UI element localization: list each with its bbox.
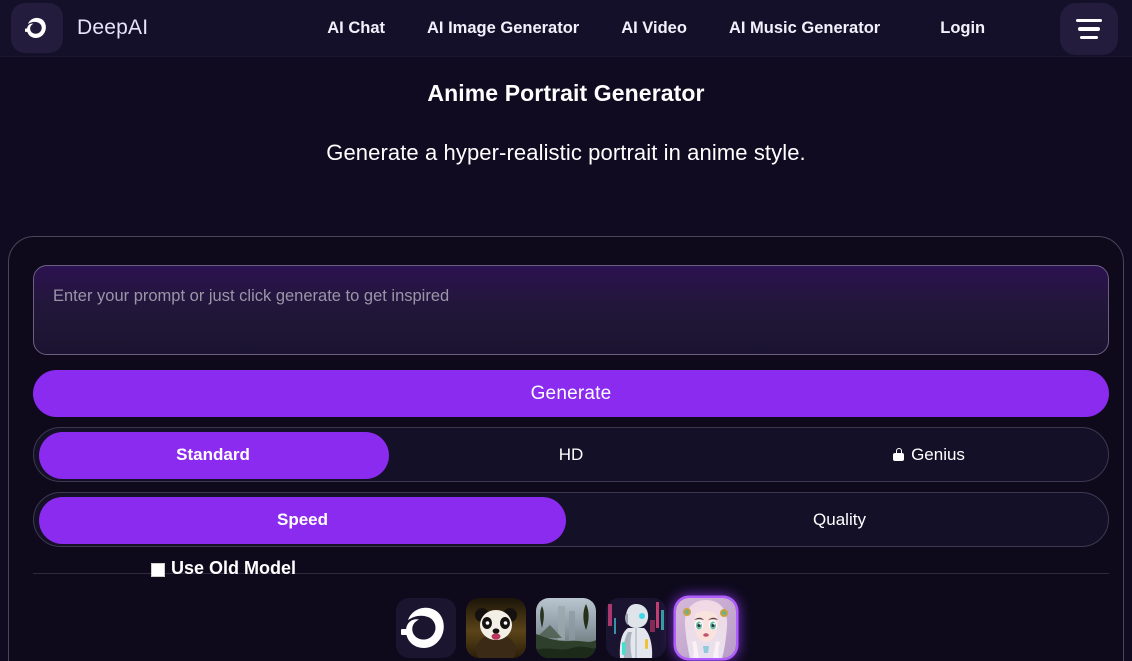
mode-option-quality-label: Quality xyxy=(813,509,866,529)
menu-line-3 xyxy=(1080,35,1098,40)
deepai-dolphin-logo-icon xyxy=(11,3,63,53)
anime-portrait-image xyxy=(676,598,736,658)
brand-logo-link[interactable]: DeepAI xyxy=(11,3,148,53)
mode-option-speed-label: Speed xyxy=(276,509,329,529)
hamburger-menu-icon[interactable] xyxy=(1060,3,1118,55)
mode-option-quality[interactable]: Quality xyxy=(571,493,1108,546)
quality-option-standard-label: Standard xyxy=(176,444,250,464)
nav-link-ai-video[interactable]: AI Video xyxy=(600,13,708,44)
generator-card: Generate Standard HD Genius Speed xyxy=(8,236,1124,661)
hero-section: Anime Portrait Generator Generate a hype… xyxy=(0,57,1132,166)
cyberpunk-robot-image xyxy=(606,598,666,658)
deepai-dolphin-logo-icon xyxy=(401,607,444,648)
page-subtitle: Generate a hyper-realistic portrait in a… xyxy=(326,140,806,165)
menu-line-1 xyxy=(1076,18,1102,23)
mode-toggle-group: Speed Quality xyxy=(33,492,1109,547)
panda-thumb[interactable] xyxy=(466,598,526,658)
mode-option-speed[interactable]: Speed xyxy=(34,493,571,546)
deepai-logo-thumb[interactable] xyxy=(396,598,456,658)
login-link[interactable]: Login xyxy=(919,13,1006,44)
nav-link-ai-chat[interactable]: AI Chat xyxy=(306,13,406,44)
landscape-thumb[interactable] xyxy=(536,598,596,658)
quality-option-genius[interactable]: Genius xyxy=(750,428,1108,481)
quality-option-standard[interactable]: Standard xyxy=(34,428,392,481)
generate-button[interactable]: Generate xyxy=(33,370,1109,417)
old-model-section: Use Old Model xyxy=(33,556,1109,590)
panda-image xyxy=(466,598,526,658)
nav-link-ai-music-generator[interactable]: AI Music Generator xyxy=(708,13,901,44)
nav-links: AI Chat AI Image Generator AI Video AI M… xyxy=(306,13,1006,44)
prompt-input[interactable] xyxy=(33,265,1109,355)
anime-portrait-thumb[interactable] xyxy=(676,598,736,658)
page-title: Anime Portrait Generator xyxy=(427,80,705,106)
use-old-model-control[interactable]: Use Old Model xyxy=(151,558,296,579)
cyberpunk-robot-thumb[interactable] xyxy=(606,598,666,658)
top-navigation-bar: DeepAI AI Chat AI Image Generator AI Vid… xyxy=(0,0,1132,57)
lock-icon xyxy=(893,448,905,461)
use-old-model-checkbox[interactable] xyxy=(151,562,165,577)
quality-option-hd[interactable]: HD xyxy=(392,428,750,481)
quality-toggle-group: Standard HD Genius xyxy=(33,427,1109,482)
brand-name: DeepAI xyxy=(77,16,149,39)
menu-line-2 xyxy=(1078,27,1100,31)
quality-option-hd-label: HD xyxy=(558,444,584,464)
style-thumbnail-strip xyxy=(33,598,1099,658)
landscape-image xyxy=(536,598,596,658)
quality-option-genius-label: Genius xyxy=(911,444,965,464)
nav-link-ai-image-generator[interactable]: AI Image Generator xyxy=(406,13,600,44)
use-old-model-label: Use Old Model xyxy=(171,558,297,578)
